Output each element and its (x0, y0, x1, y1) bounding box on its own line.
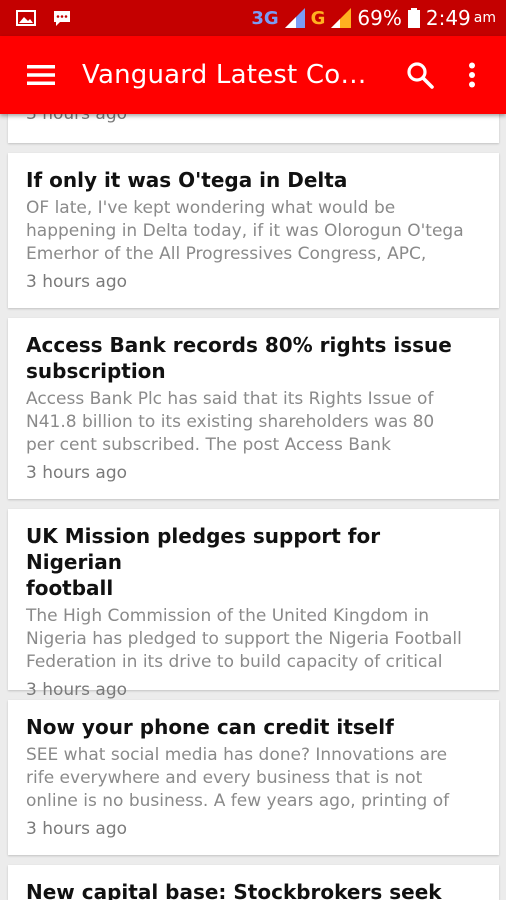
article-title: If only it was O'tega in Delta (26, 168, 348, 192)
excerpt-line: per cent subscribed. The post Access Ban… (26, 435, 391, 455)
excerpt-line: SEE what social media has done? Innovati… (26, 745, 448, 765)
article-title: New capital base: Stockbrokers seek (26, 880, 442, 900)
article-card[interactable]: New capital base: Stockbrokers seek (8, 865, 499, 900)
battery-icon (407, 8, 420, 28)
app-bar: Vanguard Latest Con… (0, 36, 506, 114)
more-vert-icon (469, 62, 475, 88)
article-title: UK Mission pledges support for Nigerian … (26, 523, 481, 601)
article-time: 3 hours ago (26, 819, 128, 839)
excerpt-line: Federation in its drive to build capacit… (26, 652, 443, 672)
excerpt-line: OF late, I've kept wondering what would … (26, 198, 396, 218)
overflow-menu-button[interactable] (460, 57, 484, 93)
excerpt-line: N41.8 billion to its existing shareholde… (26, 412, 435, 432)
network-g-label: G (310, 7, 326, 29)
article-card[interactable]: Now your phone can credit itself SEE wha… (8, 700, 499, 855)
article-time: 3 hours ago (26, 680, 128, 700)
article-title: Now your phone can credit itself (26, 715, 394, 739)
network-3g-label: 3G (251, 7, 279, 29)
excerpt-line: rife everywhere and every business that … (26, 768, 423, 788)
article-card[interactable]: UK Mission pledges support for Nigerian … (8, 509, 499, 700)
excerpt-line: Access Bank Plc has said that its Rights… (26, 389, 434, 409)
search-button[interactable] (402, 57, 438, 93)
excerpt-line: Emerhor of the All Progressives Congress… (26, 244, 427, 264)
article-time: 3 hours ago (26, 272, 128, 292)
title-line: football (26, 576, 114, 600)
excerpt-line: Nigeria has pledged to support the Niger… (26, 629, 462, 649)
battery-percent: 69% (357, 6, 402, 30)
article-title: Access Bank records 80% rights issue sub… (26, 332, 481, 384)
clock-time: 2:49 (425, 6, 471, 30)
article-excerpt: OF late, I've kept wondering what would … (26, 197, 481, 266)
menu-button[interactable] (24, 58, 58, 92)
title-line: UK Mission pledges support for Nigerian (26, 524, 381, 574)
chat-notification-icon (54, 11, 70, 26)
gallery-notification-icon (16, 10, 36, 26)
hamburger-icon (27, 65, 55, 85)
article-excerpt: SEE what social media has done? Innovati… (26, 744, 481, 813)
title-line: Access Bank records 80% rights issue (26, 333, 452, 357)
article-excerpt: Access Bank Plc has said that its Rights… (26, 388, 481, 457)
excerpt-line: The High Commission of the United Kingdo… (26, 606, 430, 626)
title-line: subscription (26, 359, 166, 383)
app-title: Vanguard Latest Con… (82, 60, 372, 90)
article-card[interactable]: Access Bank records 80% rights issue sub… (8, 318, 499, 499)
excerpt-line: online is no business. A few years ago, … (26, 791, 450, 811)
status-bar: 3G G 69% 2:49 am (0, 0, 506, 36)
excerpt-line: happening in Delta today, if it was Olor… (26, 221, 464, 241)
article-card[interactable]: If only it was O'tega in Delta OF late, … (8, 153, 499, 308)
signal-strength-icon (284, 8, 305, 28)
search-icon (407, 62, 434, 89)
signal-strength-icon (331, 8, 352, 28)
clock-ampm: am (473, 10, 496, 26)
article-time: 3 hours ago (26, 463, 128, 483)
article-excerpt: The High Commission of the United Kingdo… (26, 605, 481, 674)
